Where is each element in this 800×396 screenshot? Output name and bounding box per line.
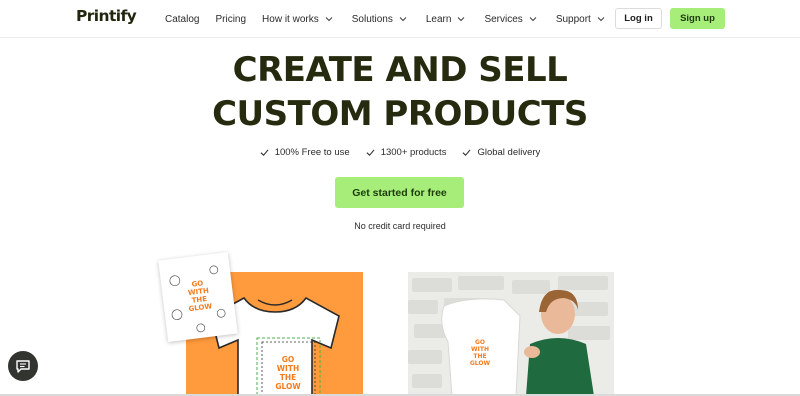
- check-icon: [260, 149, 269, 156]
- nav-item-label: Learn: [425, 13, 452, 25]
- chevron-down-icon: [529, 17, 537, 22]
- nav-item-label: Solutions: [351, 13, 393, 25]
- person-photo-illustration: GO WITH THE GLOW: [408, 272, 614, 396]
- person-holding-shirt-photo: GO WITH THE GLOW: [408, 272, 614, 396]
- nav-item-label: Support: [555, 13, 591, 25]
- main-menu: Catalog Pricing How it works Solutions L…: [165, 12, 605, 26]
- printify-logo[interactable]: Printify: [76, 7, 137, 25]
- feature-label: Global delivery: [477, 147, 541, 158]
- chevron-down-icon: [399, 17, 407, 22]
- no-credit-card-note: No credit card required: [354, 221, 446, 231]
- svg-text:THE: THE: [280, 373, 297, 382]
- feature-list: 100% Free to use 1300+ products Global d…: [0, 147, 800, 158]
- nav-item-support[interactable]: Support: [556, 14, 605, 25]
- svg-text:WITH: WITH: [277, 364, 299, 373]
- svg-text:THE: THE: [473, 353, 486, 360]
- check-icon: [462, 149, 471, 156]
- nav-item-learn[interactable]: Learn: [426, 14, 466, 25]
- design-card: GO WITH THE GLOW: [158, 252, 238, 342]
- get-started-button[interactable]: Get started for free: [335, 177, 464, 208]
- login-button[interactable]: Log in: [615, 8, 662, 29]
- chevron-down-icon: [325, 17, 333, 22]
- flower-design-illustration: GO WITH THE GLOW: [169, 265, 226, 333]
- nav-item-label: How it works: [262, 13, 319, 25]
- feature-item: 1300+ products: [366, 147, 447, 158]
- top-navigation: Printify Catalog Pricing How it works So…: [0, 0, 800, 38]
- chat-icon: [16, 360, 30, 373]
- svg-text:GO: GO: [475, 339, 485, 346]
- nav-item-how-it-works[interactable]: How it works: [262, 14, 333, 25]
- signup-button[interactable]: Sign up: [670, 8, 725, 29]
- nav-item-catalog[interactable]: Catalog: [165, 14, 199, 25]
- feature-label: 1300+ products: [380, 147, 447, 158]
- chevron-down-icon: [458, 17, 465, 22]
- svg-text:GLOW: GLOW: [275, 382, 301, 391]
- nav-item-label: Pricing: [215, 13, 247, 25]
- svg-text:GLOW: GLOW: [470, 360, 491, 367]
- chevron-down-icon: [597, 17, 605, 22]
- nav-item-solutions[interactable]: Solutions: [352, 14, 407, 25]
- chat-button[interactable]: [8, 351, 38, 381]
- check-icon: [366, 149, 375, 156]
- svg-text:GLOW: GLOW: [188, 302, 213, 313]
- feature-item: 100% Free to use: [260, 147, 350, 158]
- hero-headline-line2: CUSTOM PRODUCTS: [212, 94, 588, 134]
- feature-item: Global delivery: [462, 147, 540, 158]
- nav-item-label: Catalog: [165, 13, 200, 25]
- feature-label: 100% Free to use: [274, 147, 350, 158]
- svg-text:WITH: WITH: [471, 346, 489, 353]
- svg-text:GO: GO: [282, 355, 295, 364]
- hero-headline-line1: CREATE AND SELL: [232, 50, 568, 90]
- nav-item-label: Services: [484, 13, 523, 25]
- nav-item-services[interactable]: Services: [484, 13, 537, 25]
- nav-item-pricing[interactable]: Pricing: [215, 14, 246, 25]
